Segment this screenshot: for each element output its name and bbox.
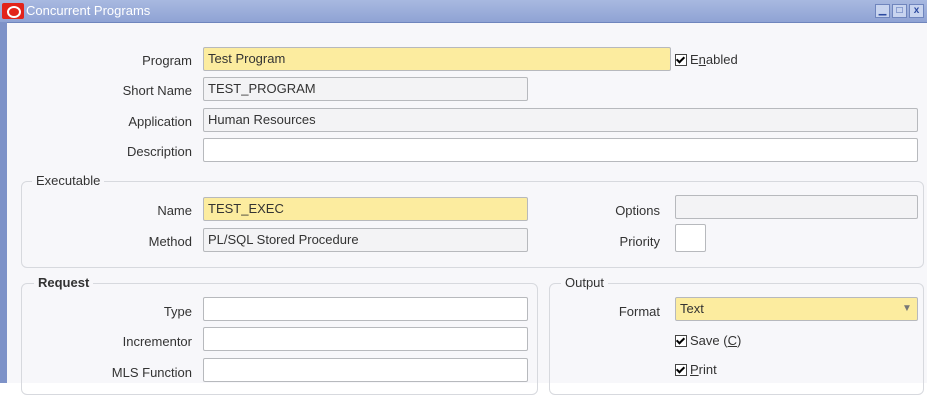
print-label: Print xyxy=(690,362,717,377)
priority-label: Priority xyxy=(619,234,660,249)
maximize-button[interactable]: □ xyxy=(892,4,907,18)
description-label: Description xyxy=(126,144,192,159)
enabled-checkbox[interactable]: Enabled xyxy=(675,52,738,67)
enabled-check-icon[interactable] xyxy=(675,53,687,66)
application-label: Application xyxy=(128,114,192,129)
concurrent-programs-window: Concurrent Programs ▁ □ x Program Test P… xyxy=(0,0,927,395)
short-name-field[interactable]: TEST_PROGRAM xyxy=(203,77,528,101)
method-field[interactable]: PL/SQL Stored Procedure xyxy=(203,228,528,252)
options-label: Options xyxy=(615,203,660,218)
program-label: Program xyxy=(142,53,192,68)
print-check-icon[interactable] xyxy=(675,363,687,376)
mls-function-label: MLS Function xyxy=(111,365,192,380)
output-group-title: Output xyxy=(561,275,609,290)
save-label: Save (C) xyxy=(690,333,742,348)
method-label: Method xyxy=(148,234,192,249)
close-button[interactable]: x xyxy=(909,4,924,18)
application-field[interactable]: Human Resources xyxy=(203,108,918,132)
type-label: Type xyxy=(163,304,192,319)
program-field[interactable]: Test Program xyxy=(203,47,671,71)
save-checkbox[interactable]: Save (C) xyxy=(675,333,741,348)
executable-group-title: Executable xyxy=(32,173,105,188)
format-label: Format xyxy=(618,304,660,319)
oracle-logo-icon xyxy=(2,3,24,19)
priority-field[interactable] xyxy=(675,224,706,252)
description-field[interactable] xyxy=(203,138,918,162)
short-name-label: Short Name xyxy=(122,83,192,98)
enabled-label: Enabled xyxy=(690,52,738,67)
request-group-title: Request xyxy=(34,275,94,290)
save-check-icon[interactable] xyxy=(675,334,687,347)
options-field[interactable] xyxy=(675,195,918,219)
format-select[interactable]: Text ▼ xyxy=(675,297,918,321)
format-value: Text xyxy=(680,301,704,316)
minimize-button[interactable]: ▁ xyxy=(875,4,890,18)
print-checkbox[interactable]: Print xyxy=(675,362,717,377)
incrementor-label: Incrementor xyxy=(122,334,192,349)
window-title: Concurrent Programs xyxy=(26,3,151,18)
title-bar[interactable]: Concurrent Programs ▁ □ x xyxy=(0,0,927,23)
type-field[interactable] xyxy=(203,297,528,321)
window-left-border xyxy=(0,22,7,383)
mls-function-field[interactable] xyxy=(203,358,528,382)
exec-name-field[interactable]: TEST_EXEC xyxy=(203,197,528,221)
incrementor-field[interactable] xyxy=(203,327,528,351)
chevron-down-icon[interactable]: ▼ xyxy=(897,298,917,320)
exec-name-label: Name xyxy=(157,203,192,218)
